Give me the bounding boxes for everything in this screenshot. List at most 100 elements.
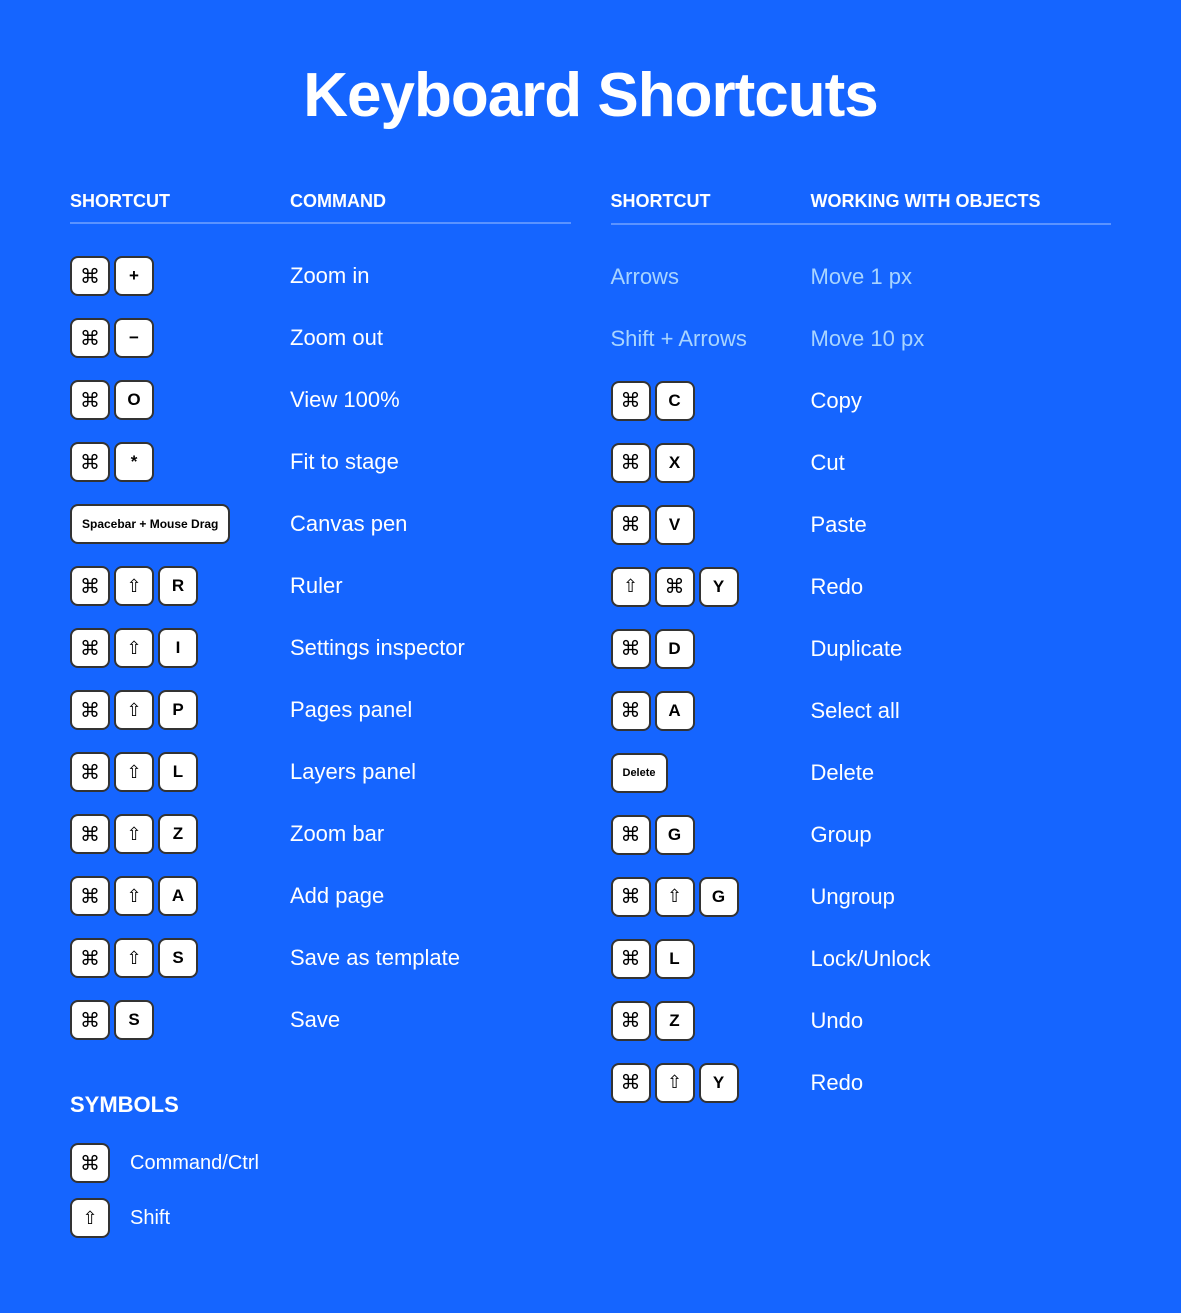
shortcut-keys: Spacebar + Mouse Drag [70,504,290,544]
char-key: X [655,443,695,483]
char-key: G [655,815,695,855]
cmd-key: ⌘ [70,752,110,792]
command-label: Move 1 px [811,264,913,290]
char-key: C [655,381,695,421]
shortcut-row: ⌘⇧Y Redo [611,1061,1112,1105]
cmd-key: ⌘ [655,567,695,607]
shortcut-row: ⌘V Paste [611,503,1112,547]
cmd-key: ⌘ [611,815,651,855]
shortcut-row: ⌘⇧I Settings inspector [70,626,571,670]
cmd-key: ⌘ [611,877,651,917]
shortcut-keys: ⌘* [70,442,290,482]
symbol-label: Command/Ctrl [130,1152,259,1175]
shift-key: ⇧ [114,628,154,668]
shift-key: ⇧ [611,567,651,607]
cmd-key: ⌘ [70,442,110,482]
command-label: Ungroup [811,884,895,910]
command-label: Cut [811,450,845,476]
char-key: I [158,628,198,668]
shortcut-row: ⌘* Fit to stage [70,440,571,484]
char-key: G [699,877,739,917]
wide-key: Spacebar + Mouse Drag [70,504,230,544]
shift-key: ⇧ [114,938,154,978]
shortcut-keys: ⌘⇧S [70,938,290,978]
char-key: Y [699,1063,739,1103]
shortcut-keys: Arrows [611,264,811,290]
char-key: Z [655,1001,695,1041]
shortcut-keys: ⌘⇧G [611,877,811,917]
left-rows: ⌘+ Zoom in ⌘− Zoom out ⌘O View 100% ⌘* F… [70,254,571,1042]
command-label: Redo [811,1070,864,1096]
shortcut-row: ⌘S Save [70,998,571,1042]
command-label: Lock/Unlock [811,946,931,972]
text-shortcut: Shift + Arrows [611,326,747,352]
shortcut-keys: ⌘O [70,380,290,420]
shortcut-row: ⌘⇧S Save as template [70,936,571,980]
command-label: Zoom out [290,325,383,351]
shortcut-keys: ⌘G [611,815,811,855]
shift-key: ⇧ [655,1063,695,1103]
cmd-key: ⌘ [611,381,651,421]
command-label: Undo [811,1008,864,1034]
cmd-key: ⌘ [611,505,651,545]
char-key: S [158,938,198,978]
cmd-key: ⌘ [611,691,651,731]
char-key: S [114,1000,154,1040]
shortcut-keys: Delete [611,753,811,793]
symbols-title: SYMBOLS [70,1092,571,1118]
command-label: Ruler [290,573,343,599]
cmd-key: ⌘ [70,628,110,668]
shift-key: ⇧ [114,690,154,730]
shortcut-keys: ⌘⇧L [70,752,290,792]
shift-key: ⇧ [655,877,695,917]
shortcut-row: ⌘O View 100% [70,378,571,422]
shortcut-keys: ⌘C [611,381,811,421]
symbol-row: ⇧ Shift [70,1198,571,1238]
cmd-key: ⌘ [70,876,110,916]
shortcut-keys: ⌘V [611,505,811,545]
shortcut-keys: ⌘A [611,691,811,731]
cmd-key: ⌘ [70,938,110,978]
command-label: Zoom bar [290,821,384,847]
command-label: Select all [811,698,900,724]
left-column: SHORTCUT COMMAND ⌘+ Zoom in ⌘− Zoom out … [70,191,571,1253]
command-label: Fit to stage [290,449,399,475]
shift-key: ⇧ [114,566,154,606]
right-col-header: SHORTCUT WORKING WITH OBJECTS [611,191,1112,225]
cmd-key: ⌘ [70,1000,110,1040]
text-shortcut: Arrows [611,264,679,290]
shortcut-row: ⌘⇧Z Zoom bar [70,812,571,856]
shortcut-row: ⌘D Duplicate [611,627,1112,671]
symbol-rows: ⌘ Command/Ctrl ⇧ Shift [70,1143,571,1238]
command-label: Redo [811,574,864,600]
shortcut-keys: ⌘S [70,1000,290,1040]
shortcut-keys: ⌘⇧P [70,690,290,730]
shortcut-row: ⌘⇧G Ungroup [611,875,1112,919]
command-label: Save [290,1007,340,1033]
char-key: Y [699,567,739,607]
shift-key: ⇧ [114,876,154,916]
shortcut-row: Shift + Arrows Move 10 px [611,317,1112,361]
cmd-key: ⌘ [70,814,110,854]
shortcut-row: ⌘X Cut [611,441,1112,485]
shift-key: ⇧ [114,752,154,792]
shortcut-keys: ⌘Z [611,1001,811,1041]
char-key: L [158,752,198,792]
right-column: SHORTCUT WORKING WITH OBJECTS Arrows Mov… [611,191,1112,1253]
shortcut-row: ⇧⌘Y Redo [611,565,1112,609]
cmd-key: ⌘ [70,380,110,420]
shortcut-row: ⌘⇧P Pages panel [70,688,571,732]
cmd-key: ⌘ [611,1063,651,1103]
shortcut-row: Arrows Move 1 px [611,255,1112,299]
shortcut-row: ⌘⇧A Add page [70,874,571,918]
char-key: + [114,256,154,296]
shortcut-row: Delete Delete [611,751,1112,795]
shortcut-keys: ⌘⇧Z [70,814,290,854]
left-shortcut-header: SHORTCUT [70,191,290,212]
command-label: Canvas pen [290,511,407,537]
shortcut-keys: ⌘D [611,629,811,669]
shortcut-keys: ⌘⇧I [70,628,290,668]
command-label: Add page [290,883,384,909]
char-key: Z [158,814,198,854]
cmd-key: ⌘ [70,256,110,296]
